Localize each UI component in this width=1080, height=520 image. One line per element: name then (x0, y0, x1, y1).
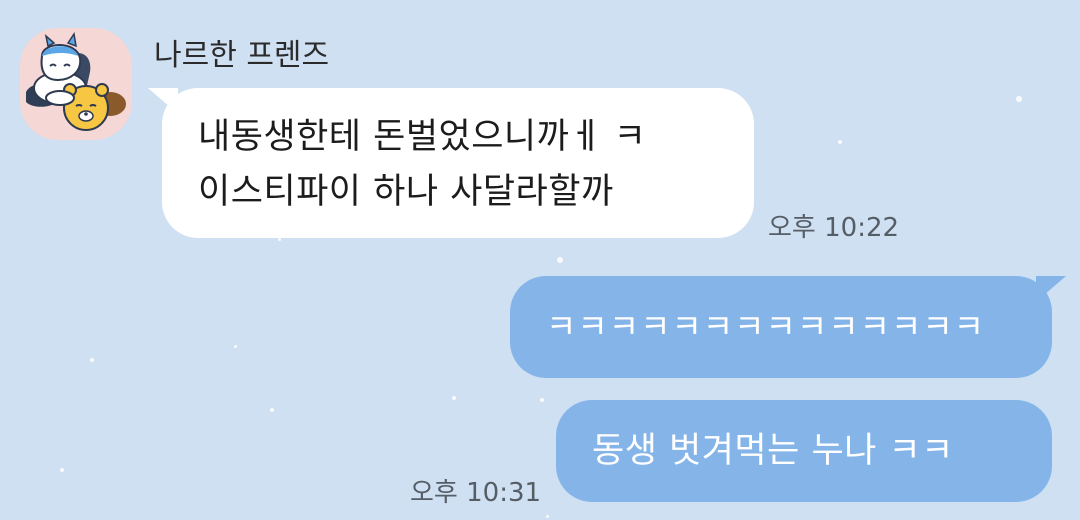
message-line: 내동생한테 돈벌었으니까ㅔ ㅋ (198, 117, 647, 157)
profile-character-icon (26, 32, 126, 131)
message-timestamp: 오후 10:22 (768, 213, 900, 243)
outgoing-message-bubble[interactable]: 동생 벗겨먹는 누나 ㅋㅋ (556, 400, 1052, 502)
sender-name: 나르한 프렌즈 (154, 38, 330, 73)
message-line: 이스티파이 하나 사달라할까 (198, 172, 614, 212)
message-text: ㅋㅋㅋㅋㅋㅋㅋㅋㅋㅋㅋㅋㅋㅋ (546, 307, 986, 346)
background-sparkle (278, 238, 281, 241)
message-timestamp: 오후 10:31 (410, 478, 542, 508)
outgoing-message-bubble[interactable]: ㅋㅋㅋㅋㅋㅋㅋㅋㅋㅋㅋㅋㅋㅋ (510, 276, 1066, 378)
sender-avatar[interactable] (20, 28, 132, 140)
background-sparkle (540, 398, 544, 402)
background-sparkle (557, 257, 563, 263)
background-sparkle (60, 468, 64, 472)
chat-room[interactable]: 나르한 프렌즈 내동생한테 돈벌었으니까ㅔ ㅋ 이스티파이 하나 사달라할까 오… (0, 0, 1080, 520)
background-sparkle (1016, 96, 1022, 102)
background-sparkle (270, 408, 274, 412)
background-sparkle (90, 358, 94, 362)
bubble-tail (148, 88, 178, 114)
bubble-tail (1036, 276, 1066, 302)
background-sparkle (452, 396, 456, 400)
background-sparkle (546, 515, 549, 518)
background-sparkle (234, 345, 237, 348)
incoming-message-bubble[interactable]: 내동생한테 돈벌었으니까ㅔ ㅋ 이스티파이 하나 사달라할까 (148, 88, 754, 238)
message-text: 내동생한테 돈벌었으니까ㅔ ㅋ 이스티파이 하나 사달라할까 (198, 110, 646, 220)
message-text: 동생 벗겨먹는 누나 ㅋㅋ (592, 431, 954, 471)
background-sparkle (838, 140, 842, 144)
